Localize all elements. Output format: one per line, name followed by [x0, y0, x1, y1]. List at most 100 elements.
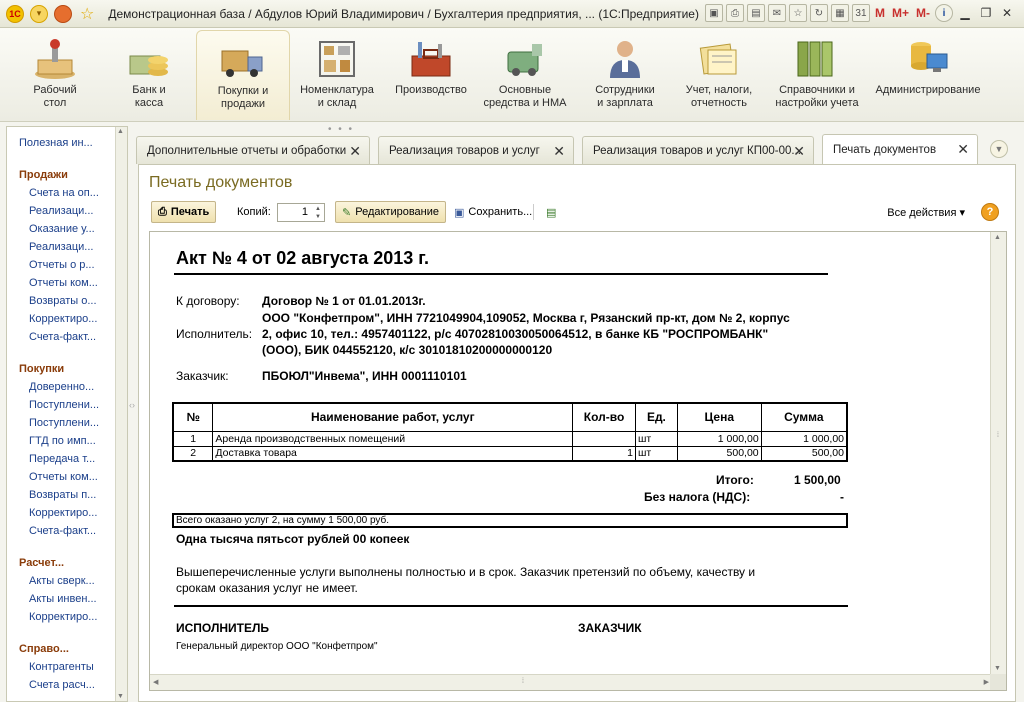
nav-scrollbar[interactable]: ▲ ▼	[115, 127, 127, 701]
nav-group-settlements[interactable]: Расчет...	[19, 557, 64, 569]
memory-plus-button[interactable]: M+	[890, 4, 911, 22]
section-accounting-taxes[interactable]: Учет, налоги, отчетность	[672, 30, 766, 120]
spreadsheet-document[interactable]: Акт № 4 от 02 августа 2013 г. К договору…	[149, 231, 1007, 691]
nav-item[interactable]: Возвраты п...	[29, 489, 96, 501]
print-button[interactable]: ⎙ Печать	[151, 201, 217, 223]
info-icon[interactable]: i	[935, 4, 953, 22]
nav-item-useful-info[interactable]: Полезная ин...	[19, 137, 93, 149]
nav-item[interactable]: Корректиро...	[29, 507, 97, 519]
memory-minus-button[interactable]: M-	[914, 4, 932, 22]
section-administration[interactable]: Администрирование	[872, 30, 984, 120]
copies-field[interactable]: 1 ▲ ▼	[277, 203, 325, 222]
nav-item[interactable]: Доверенно...	[29, 381, 94, 393]
memory-button[interactable]: M	[873, 4, 887, 22]
record-icon[interactable]	[54, 4, 72, 23]
section-purchases-sales[interactable]: Покупки и продажи	[196, 30, 290, 120]
nav-group-directories[interactable]: Справо...	[19, 643, 69, 655]
section-bank[interactable]: Банк и касса	[102, 30, 196, 120]
preview-icon[interactable]: ▤	[746, 4, 765, 22]
money-icon	[126, 38, 172, 80]
scroll-up-icon[interactable]: ▲	[117, 128, 124, 135]
preview-button[interactable]: ▤	[539, 201, 563, 223]
nav-item[interactable]: Реализаци...	[29, 241, 93, 253]
close-icon[interactable]: ✕	[553, 143, 565, 160]
tab-label: Печать документов	[833, 143, 937, 156]
save-button[interactable]: ▣ Сохранить...	[447, 201, 539, 223]
scroll-right-icon[interactable]: ▶	[984, 678, 989, 686]
section-production[interactable]: Производство	[384, 30, 478, 120]
calendar-icon[interactable]: 31	[851, 4, 870, 22]
section-desktop[interactable]: Рабочий стол	[8, 30, 102, 120]
link-icon[interactable]: ↻	[809, 4, 828, 22]
edit-icon: ✎	[342, 206, 352, 219]
nav-item[interactable]: Передача т...	[29, 453, 95, 465]
splitter-handle[interactable]: ‹›	[129, 400, 135, 410]
mail-icon[interactable]: ✉	[767, 4, 786, 22]
close-icon[interactable]: ✕	[349, 143, 361, 160]
help-icon[interactable]: ?	[981, 203, 999, 221]
executor-line-2: 2, офис 10, тел.: 4957401122, р/с 407028…	[262, 327, 769, 341]
calculator-icon[interactable]: ▦	[830, 4, 849, 22]
scroll-down-icon[interactable]: ▼	[994, 665, 1001, 672]
nav-item[interactable]: Корректиро...	[29, 313, 97, 325]
nav-item[interactable]: Счета на оп...	[29, 187, 99, 199]
nav-item[interactable]: Возвраты о...	[29, 295, 97, 307]
tabs-menu-icon[interactable]: ▼	[990, 140, 1008, 158]
services-table: № Наименование работ, услуг Кол-во Ед. Ц…	[172, 402, 848, 462]
section-fixed-assets[interactable]: Основные средства и НМА	[478, 30, 572, 120]
column-header: №	[172, 402, 214, 432]
nav-item[interactable]: Поступлени...	[29, 399, 99, 411]
nav-item[interactable]: Отчеты ком...	[29, 471, 98, 483]
section-employees[interactable]: Сотрудники и зарплата	[578, 30, 672, 120]
executor-position: Генеральный директор ООО "Конфетпром"	[176, 641, 378, 652]
scroll-left-icon[interactable]: ◀	[153, 678, 158, 686]
nav-item[interactable]: Счета-факт...	[29, 525, 96, 537]
spin-up-icon[interactable]: ▲	[313, 205, 323, 213]
nav-item[interactable]: Счета-факт...	[29, 331, 96, 343]
nav-group-purchases[interactable]: Покупки	[19, 363, 64, 375]
nav-item[interactable]: Поступлени...	[29, 417, 99, 429]
scroll-down-icon[interactable]: ▼	[117, 693, 124, 700]
nav-item[interactable]: Акты инвен...	[29, 593, 97, 605]
nav-item[interactable]: Оказание у...	[29, 223, 95, 235]
nav-item[interactable]: Акты сверк...	[29, 575, 95, 587]
star-icon[interactable]: ☆	[788, 4, 807, 22]
nav-item[interactable]: Корректиро...	[29, 611, 97, 623]
nav-item[interactable]: Отчеты ком...	[29, 277, 98, 289]
horizontal-scrollbar[interactable]: ◀ ⁞ ▶	[150, 674, 992, 690]
table-row: 1 Аренда производственных помещений шт 1…	[172, 430, 848, 447]
nav-group-sales[interactable]: Продажи	[19, 169, 68, 181]
scroll-thumb[interactable]: ⁞	[993, 432, 1003, 444]
favorites-star-icon[interactable]: ☆	[80, 4, 94, 24]
tools-icon	[408, 38, 454, 80]
scroll-up-icon[interactable]: ▲	[994, 234, 1001, 241]
nav-item[interactable]: Счета расч...	[29, 679, 95, 691]
vat-value: -	[840, 490, 844, 504]
nav-item[interactable]: Реализаци...	[29, 205, 93, 217]
desktop-icon	[32, 38, 78, 80]
nav-item[interactable]: Контрагенты	[29, 661, 94, 673]
main-menu-icon[interactable]: ▾	[30, 4, 48, 23]
tab-sales-list[interactable]: Реализация товаров и услуг ✕	[378, 136, 574, 164]
scroll-thumb[interactable]: ⁞	[522, 678, 534, 688]
save-icon[interactable]: ▣	[704, 4, 723, 22]
edit-toggle-button[interactable]: ✎ Редактирование	[335, 201, 447, 223]
all-actions-menu[interactable]: Все действия ▾	[887, 206, 965, 219]
tab-additional-reports[interactable]: Дополнительные отчеты и обработки ✕	[136, 136, 370, 164]
tab-print-documents[interactable]: Печать документов ✕	[822, 134, 978, 164]
1c-logo-icon[interactable]: 1С	[6, 4, 24, 23]
section-nomenclature[interactable]: Номенклатура и склад	[290, 30, 384, 120]
nav-item[interactable]: ГТД по имп...	[29, 435, 96, 447]
scroll-corner	[990, 674, 1006, 690]
spin-down-icon[interactable]: ▼	[313, 213, 323, 221]
nav-item[interactable]: Отчеты о р...	[29, 259, 95, 271]
vertical-scrollbar[interactable]: ▲ ⁞ ▼	[990, 232, 1006, 674]
section-directories[interactable]: Справочники и настройки учета	[770, 30, 864, 120]
close-icon[interactable]: ✕	[793, 143, 805, 160]
tab-sales-document[interactable]: Реализация товаров и услуг КП00-00... ✕	[582, 136, 814, 164]
print-icon[interactable]: ⎙	[725, 4, 744, 22]
restore-icon[interactable]: ❐	[977, 4, 995, 22]
minimize-icon[interactable]: ▁	[956, 4, 974, 22]
close-icon[interactable]: ✕	[998, 4, 1016, 22]
close-icon[interactable]: ✕	[957, 141, 969, 158]
